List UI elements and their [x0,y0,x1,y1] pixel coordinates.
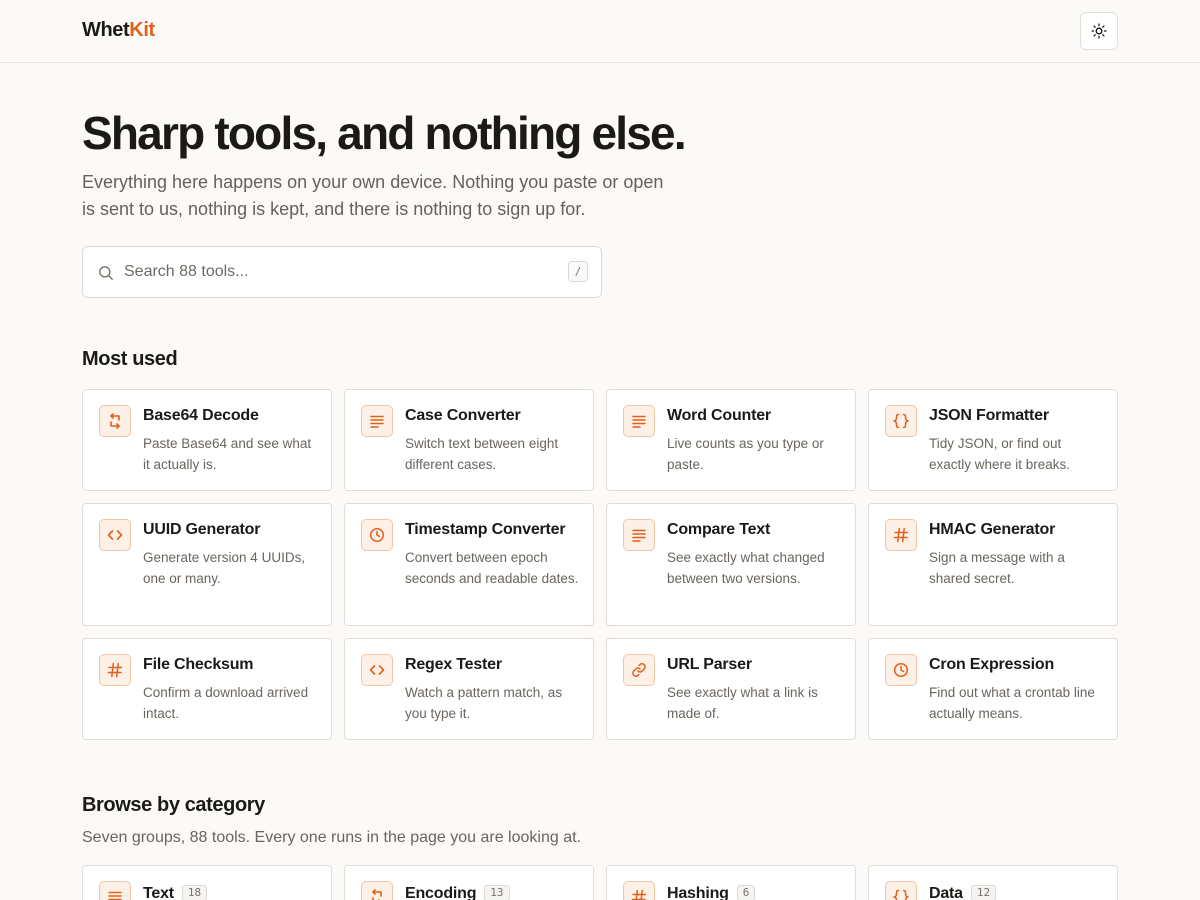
tool-card-title: Regex Tester [405,656,502,673]
tool-card-url-parser[interactable]: URL Parser See exactly what a link is ma… [606,638,856,740]
tool-card-title: UUID Generator [143,521,261,538]
hash-icon [623,881,655,900]
search-icon [99,266,113,280]
tool-card-regex-tester[interactable]: Regex Tester Watch a pattern match, as y… [344,638,594,740]
tool-card-base64-decode[interactable]: Base64 Decode Paste Base64 and see what … [82,389,332,491]
tool-card-title: Base64 Decode [143,407,259,424]
tool-card-description: Live counts as you type or paste. [667,436,824,472]
tool-card-case-converter[interactable]: Case Converter Switch text between eight… [344,389,594,491]
tool-card-cron-expression[interactable]: Cron Expression Find out what a crontab … [868,638,1118,740]
category-count-badge: 12 [970,885,997,900]
tool-card-timestamp-converter[interactable]: Timestamp Converter Convert between epoc… [344,503,594,626]
category-name: Text [143,885,174,900]
category-card-title: Encoding 13 [405,884,510,900]
category-count-badge: 13 [484,885,510,900]
search-input[interactable] [124,247,544,297]
tool-card-word-counter[interactable]: Word Counter Live counts as you type or … [606,389,856,491]
tool-card-file-checksum[interactable]: File Checksum Confirm a download arrived… [82,638,332,740]
tool-card-title: JSON Formatter [929,407,1049,424]
category-count-badge: 18 [181,885,208,900]
logo-part-2: Kit [129,19,155,41]
category-card-encoding[interactable]: Encoding 13 [344,865,594,900]
tool-card-uuid-generator[interactable]: UUID Generator Generate version 4 UUIDs,… [82,503,332,626]
tool-card-compare-text[interactable]: Compare Text See exactly what changed be… [606,503,856,626]
tool-card-description: Find out what a crontab line actually me… [929,685,1095,721]
text-lines-icon [361,405,393,437]
sun-icon [1091,23,1107,39]
tool-card-description: See exactly what changed between two ver… [667,550,825,586]
tool-card-title: Word Counter [667,407,771,424]
tool-card-title: HMAC Generator [929,521,1056,538]
search-box[interactable]: / [82,246,602,298]
tool-card-description: Watch a pattern match, as you type it. [405,685,563,721]
tool-card-description: Generate version 4 UUIDs, one or many. [143,550,306,586]
logo[interactable]: WhetKit [82,18,155,42]
tool-card-description: Sign a message with a shared secret. [929,550,1065,586]
tool-card-json-formatter[interactable]: JSON Formatter Tidy JSON, or find out ex… [868,389,1118,491]
tool-card-title: Cron Expression [929,656,1055,673]
theme-toggle-button[interactable] [1080,12,1118,50]
tool-card-title: File Checksum [143,656,254,673]
search-shortcut-badge: / [568,261,588,282]
category-card-title: Text 18 [143,884,208,900]
category-card-title: Hashing 6 [667,884,756,900]
tool-card-description: Paste Base64 and see what it actually is… [143,436,312,472]
swap-arrows-icon [361,881,393,900]
swap-arrows-icon [99,405,131,437]
braces-icon [885,881,917,900]
tool-card-description: Confirm a download arrived intact. [143,685,309,721]
categories-subtitle: Seven groups, 88 tools. Every one runs i… [82,829,581,846]
tool-card-title: Compare Text [667,521,771,538]
tool-card-description: See exactly what a link is made of. [667,685,818,721]
tool-card-description: Tidy JSON, or find out exactly where it … [929,436,1071,472]
text-lines-icon [623,519,655,551]
category-name: Hashing [667,885,729,900]
category-card-hashing[interactable]: Hashing 6 [606,865,856,900]
category-count-badge: 6 [736,885,756,900]
logo-part-1: Whet [82,19,130,41]
clock-icon [361,519,393,551]
text-lines-icon [623,405,655,437]
code-brackets-icon [99,519,131,551]
tool-card-description: Switch text between eight different case… [405,436,559,472]
categories-heading: Browse by category [82,794,265,816]
category-name: Encoding [405,885,477,900]
category-card-data[interactable]: Data 12 [868,865,1118,900]
hash-icon [885,519,917,551]
tool-card-hmac-generator[interactable]: HMAC Generator Sign a message with a sha… [868,503,1118,626]
category-card-title: Data 12 [929,884,997,900]
most-used-heading: Most used [82,348,178,370]
braces-icon [885,405,917,437]
text-lines-icon [99,881,131,900]
tool-card-title: URL Parser [667,656,752,673]
link-icon [623,654,655,686]
category-name: Data [929,885,963,900]
page-title: Sharp tools, and nothing else. [82,107,687,159]
page-subtitle: Everything here happens on your own devi… [82,172,664,219]
code-brackets-icon [361,654,393,686]
category-card-text[interactable]: Text 18 [82,865,332,900]
tool-card-title: Case Converter [405,407,521,424]
hash-icon [99,654,131,686]
tool-card-title: Timestamp Converter [405,521,566,538]
clock-icon [885,654,917,686]
top-bar: WhetKit [0,0,1200,63]
tool-card-description: Convert between epoch seconds and readab… [405,550,579,586]
